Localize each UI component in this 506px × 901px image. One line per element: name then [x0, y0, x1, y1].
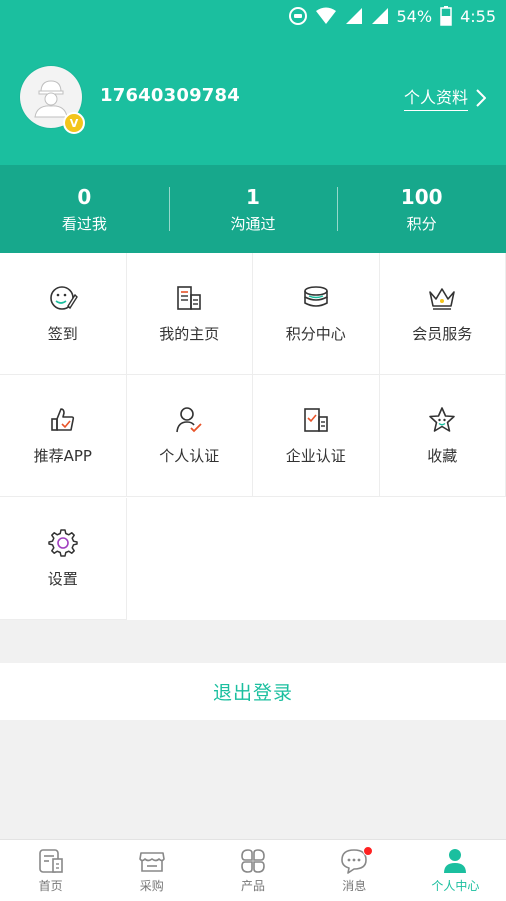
logout-button[interactable]: 退出登录 [0, 663, 506, 720]
tab-label: 首页 [39, 877, 63, 894]
sign-in-icon [48, 283, 78, 313]
menu-item-favorites[interactable]: 收藏 [380, 375, 506, 497]
tab-home[interactable]: 首页 [0, 840, 101, 901]
tab-label: 个人中心 [431, 877, 479, 894]
tab-purchase[interactable]: 采购 [101, 840, 202, 901]
menu-label: 个人认证 [159, 445, 219, 466]
menu-item-homepage[interactable]: 我的主页 [127, 253, 254, 375]
homepage-icon [174, 283, 204, 313]
stat-number: 0 [77, 185, 91, 209]
tab-messages[interactable]: 消息 [304, 840, 405, 901]
menu-label: 设置 [48, 568, 78, 589]
stats-bar: 0 看过我 1 沟通过 100 积分 [0, 165, 506, 253]
stat-points[interactable]: 100 积分 [337, 165, 506, 253]
user-phone: 17640309784 [100, 85, 240, 106]
tab-label: 采购 [140, 877, 164, 894]
stat-number: 1 [246, 185, 260, 209]
clock: 4:55 [460, 7, 496, 26]
menu-item-recommend-app[interactable]: 推荐APP [0, 375, 127, 497]
tab-label: 产品 [241, 877, 265, 894]
menu-item-personal-verify[interactable]: 个人认证 [127, 375, 254, 497]
menu-label: 积分中心 [286, 323, 346, 344]
wifi-icon [315, 7, 337, 25]
chevron-right-icon [476, 89, 486, 107]
tab-personal-center[interactable]: 个人中心 [405, 840, 506, 901]
verified-badge: V [63, 112, 85, 134]
signal-icon [345, 7, 363, 25]
bottom-tab-bar: 首页 采购 产品 消息 个人中心 [0, 839, 506, 901]
sync-icon [289, 7, 307, 25]
shop-icon [138, 847, 166, 875]
menu-label: 推荐APP [34, 445, 92, 466]
star-icon [427, 405, 457, 435]
menu-grid: 签到 我的主页 积分中心 会员服务 [0, 253, 506, 620]
profile-link-label: 个人资料 [404, 84, 468, 111]
person-icon [441, 847, 469, 875]
menu-label: 我的主页 [159, 323, 219, 344]
stat-label: 沟通过 [231, 213, 276, 234]
menu-item-settings[interactable]: 设置 [0, 498, 127, 620]
tab-products[interactable]: 产品 [202, 840, 303, 901]
stat-contacted[interactable]: 1 沟通过 [169, 165, 338, 253]
unread-dot [363, 846, 373, 856]
menu-item-membership[interactable]: 会员服务 [380, 253, 506, 375]
menu-empty-slot [127, 498, 506, 620]
coins-icon [301, 283, 331, 313]
menu-label: 会员服务 [412, 323, 472, 344]
stat-number: 100 [401, 185, 443, 209]
building-check-icon [301, 405, 331, 435]
menu-label: 企业认证 [286, 445, 346, 466]
tab-label: 消息 [342, 877, 366, 894]
stat-viewed-me[interactable]: 0 看过我 [0, 165, 169, 253]
gear-icon [48, 528, 78, 558]
menu-item-points-center[interactable]: 积分中心 [253, 253, 380, 375]
thumbs-up-icon [48, 405, 78, 435]
menu-item-sign-in[interactable]: 签到 [0, 253, 127, 375]
battery-icon [440, 6, 452, 26]
status-bar: 54% 4:55 [289, 4, 497, 28]
menu-label: 收藏 [427, 445, 457, 466]
person-check-icon [174, 405, 204, 435]
crown-icon [427, 283, 457, 313]
home-icon [37, 847, 65, 875]
battery-percent: 54% [397, 7, 433, 26]
stat-label: 看过我 [62, 213, 107, 234]
menu-item-enterprise-verify[interactable]: 企业认证 [253, 375, 380, 497]
profile-header: 54% 4:55 V 17640309784 个人资料 [0, 0, 506, 165]
stat-label: 积分 [407, 213, 437, 234]
profile-link[interactable]: 个人资料 [404, 84, 486, 111]
signal-icon-2 [371, 7, 389, 25]
grid-icon [239, 847, 267, 875]
user-avatar-icon [29, 75, 73, 119]
menu-label: 签到 [48, 323, 78, 344]
